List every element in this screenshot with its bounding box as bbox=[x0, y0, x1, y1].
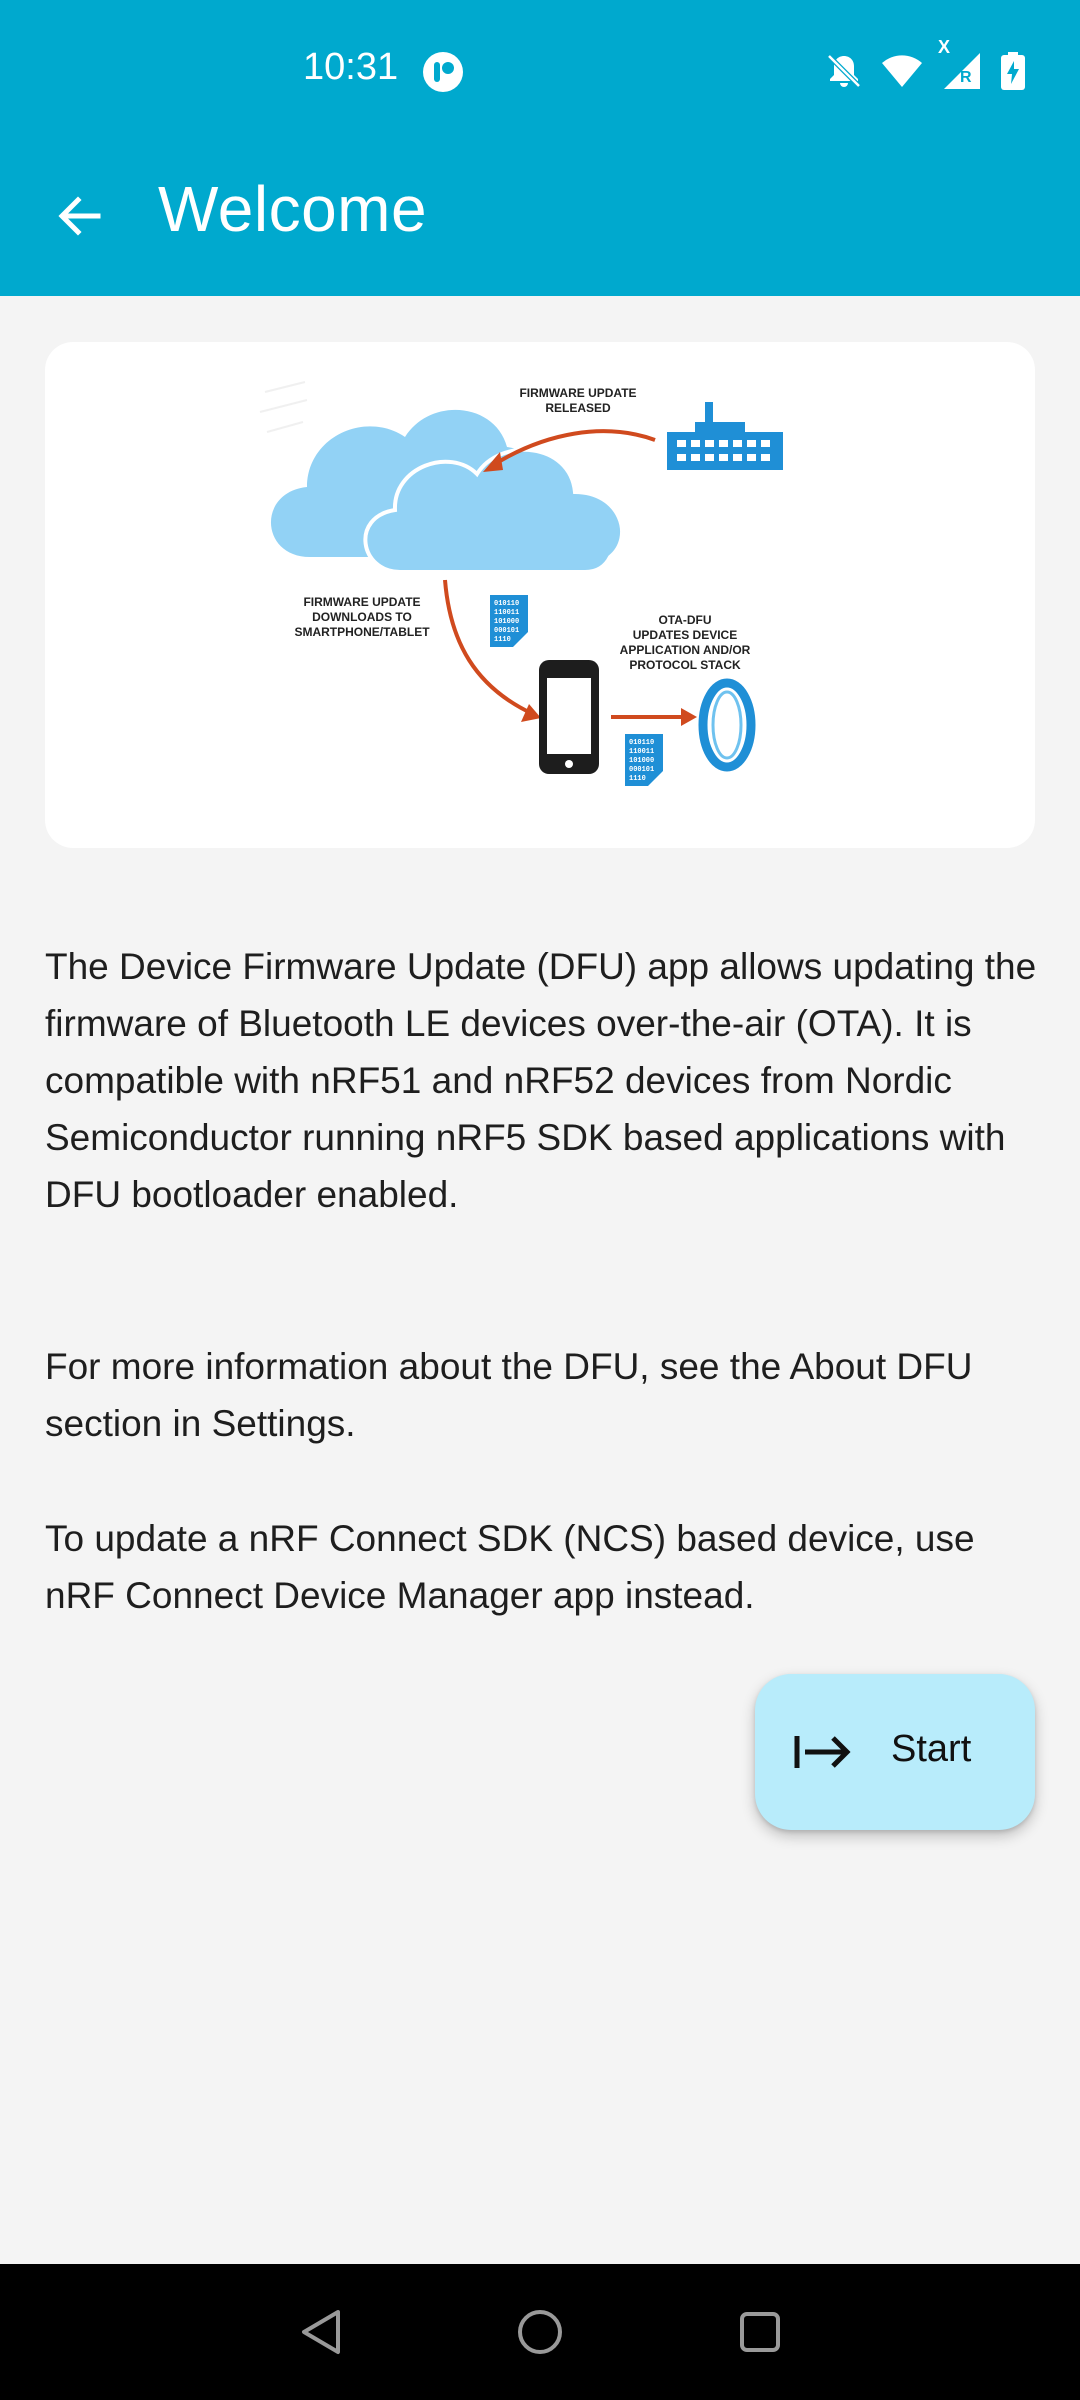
label-downloads-1: FIRMWARE UPDATE bbox=[303, 595, 420, 609]
status-icons: X R bbox=[824, 37, 1026, 94]
label-ota-1: OTA-DFU bbox=[658, 613, 711, 627]
svg-text:000101: 000101 bbox=[494, 627, 519, 635]
ncs-note-paragraph: To update a nRF Connect SDK (NCS) based … bbox=[45, 1518, 975, 1616]
svg-text:1110: 1110 bbox=[629, 775, 646, 783]
cellular-roaming-icon: X R bbox=[938, 37, 984, 93]
svg-text:000101: 000101 bbox=[629, 766, 654, 774]
page-title: Welcome bbox=[158, 173, 428, 245]
home-circle-icon[interactable] bbox=[510, 2302, 570, 2362]
description-paragraph: The Device Firmware Update (DFU) app all… bbox=[45, 946, 1037, 1215]
label-downloads-3: SMARTPHONE/TABLET bbox=[294, 625, 430, 639]
svg-text:1110: 1110 bbox=[494, 636, 511, 644]
system-nav-bar bbox=[0, 2264, 1080, 2400]
start-button[interactable]: Start bbox=[755, 1674, 1035, 1830]
battery-charging-icon bbox=[1000, 51, 1026, 91]
dfu-illustration-card: 010110 110011 101000 000101 1110 010110 11001… bbox=[45, 342, 1035, 848]
bell-off-icon bbox=[824, 51, 864, 91]
ticker-notification-icon bbox=[423, 52, 463, 92]
arrow-back-icon bbox=[58, 196, 101, 236]
label-ota-3: APPLICATION AND/OR bbox=[620, 643, 751, 657]
start-button-label: Start bbox=[891, 1728, 972, 1770]
label-released-2: RELEASED bbox=[545, 401, 611, 415]
binary-file-icon: 0101101100111010000001011110 bbox=[490, 595, 528, 647]
more-info-paragraph: For more information about the DFU, see … bbox=[45, 1346, 973, 1444]
roaming-r-label: R bbox=[960, 69, 972, 86]
roaming-x-label: X bbox=[938, 37, 951, 57]
app-bar: Welcome bbox=[0, 140, 1080, 296]
factory-icon bbox=[667, 402, 783, 470]
svg-text:010110: 010110 bbox=[494, 600, 519, 608]
smartphone-icon bbox=[539, 660, 599, 774]
back-button[interactable] bbox=[44, 180, 116, 252]
binary-file-icon: 0101101100111010000001011110 bbox=[625, 734, 663, 786]
wifi-icon bbox=[880, 51, 924, 91]
back-triangle-icon[interactable] bbox=[292, 2302, 352, 2362]
svg-text:101000: 101000 bbox=[629, 757, 654, 765]
wearable-device-icon bbox=[698, 678, 756, 772]
svg-text:101000: 101000 bbox=[494, 618, 519, 626]
label-released-1: FIRMWARE UPDATE bbox=[519, 386, 636, 400]
arrow-right-to-line-icon bbox=[794, 1736, 851, 1768]
svg-text:110011: 110011 bbox=[494, 609, 519, 617]
svg-text:010110: 010110 bbox=[629, 739, 654, 747]
svg-text:110011: 110011 bbox=[629, 748, 654, 756]
label-downloads-2: DOWNLOADS TO bbox=[312, 610, 412, 624]
label-ota-2: UPDATES DEVICE bbox=[633, 628, 737, 642]
recents-square-icon[interactable] bbox=[730, 2302, 790, 2362]
status-time: 10:31 bbox=[303, 46, 399, 88]
dfu-illustration: 0101101100111010000001011110 01011011001… bbox=[259, 381, 783, 786]
label-ota-4: PROTOCOL STACK bbox=[629, 658, 741, 672]
status-bar: 10:31 X R bbox=[0, 0, 1080, 140]
